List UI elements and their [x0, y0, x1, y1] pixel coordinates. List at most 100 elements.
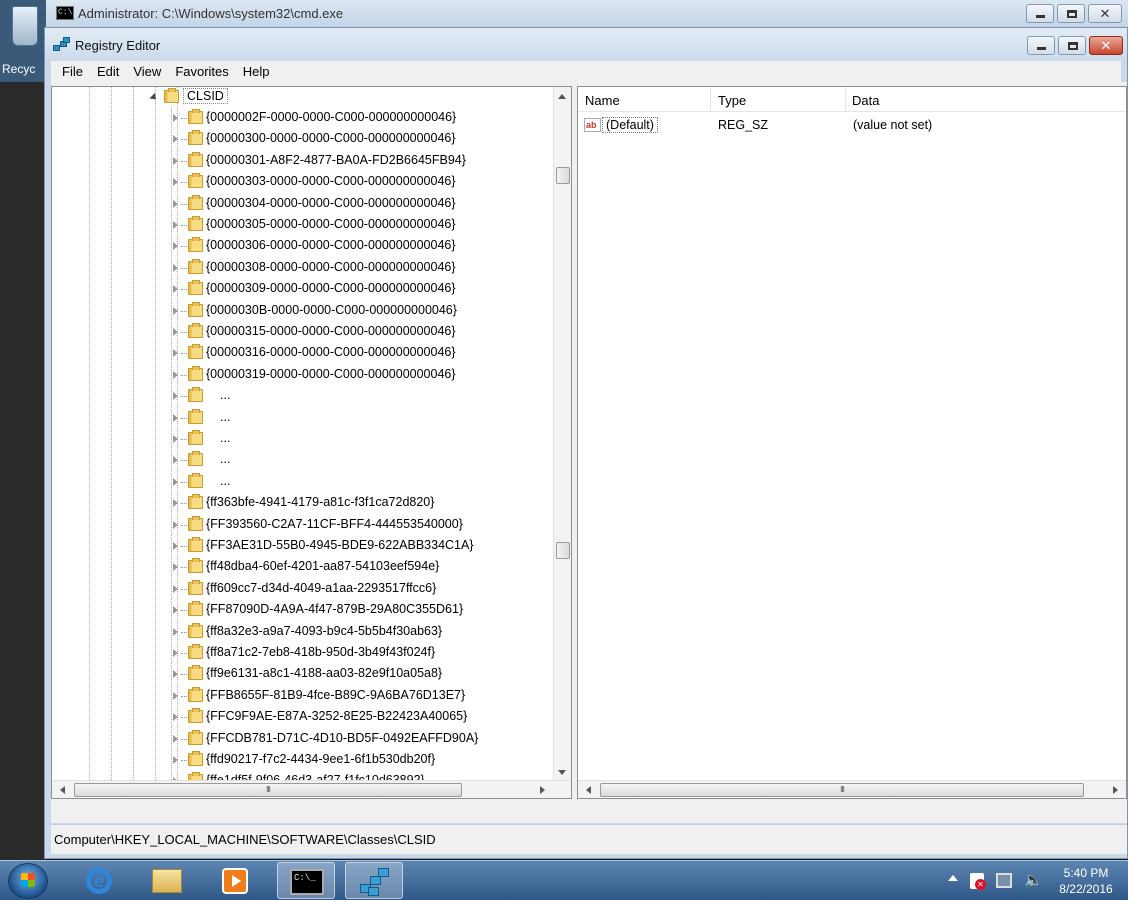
tree-item[interactable]: {ff8a71c2-7eb8-418b-950d-3b49f43f024f} — [52, 643, 554, 664]
horizontal-scroll-thumb[interactable]: III — [74, 783, 462, 797]
expand-arrow-icon[interactable] — [173, 370, 178, 379]
expand-arrow-icon[interactable] — [173, 135, 178, 144]
expand-arrow-icon[interactable] — [173, 606, 178, 615]
tree-item[interactable]: {ff9e6131-a8c1-4188-aa03-82e9f10a05a8} — [52, 664, 554, 685]
tree-item[interactable]: {00000300-0000-0000-C000-000000000046} — [52, 129, 554, 150]
scroll-down-arrow-icon[interactable] — [558, 770, 566, 775]
recycle-bin-icon[interactable]: Recyc — [0, 0, 46, 82]
start-button[interactable] — [8, 863, 48, 899]
expand-arrow-icon[interactable] — [173, 584, 178, 593]
expand-arrow-icon[interactable] — [173, 263, 178, 272]
expand-arrow-icon[interactable] — [173, 477, 178, 486]
taskbar-registry-editor[interactable] — [345, 862, 403, 899]
tree-item[interactable]: {FF87090D-4A9A-4f47-879B-29A80C355D61} — [52, 600, 554, 621]
tree-item[interactable]: {0000002F-0000-0000-C000-000000000046} — [52, 108, 554, 129]
menu-view[interactable]: View — [126, 64, 168, 79]
cmd-titlebar[interactable]: C:\ Administrator: C:\Windows\system32\c… — [46, 0, 1128, 28]
expand-arrow-icon[interactable] — [173, 756, 178, 764]
expand-arrow-icon[interactable] — [173, 627, 178, 636]
tree-item[interactable]: {FF3AE31D-55B0-4945-BDE9-622ABB334C1A} — [52, 536, 554, 557]
expand-arrow-icon[interactable] — [173, 221, 178, 229]
scroll-thumb[interactable] — [556, 167, 570, 184]
minimize-button[interactable] — [1027, 36, 1055, 55]
expand-arrow-icon[interactable] — [173, 306, 178, 315]
show-hidden-icons-arrow-icon[interactable] — [948, 875, 958, 881]
tree-item[interactable]: {FFC9F9AE-E87A-3252-8E25-B22423A40065} — [52, 707, 554, 728]
clock[interactable]: 5:40 PM 8/22/2016 — [1054, 865, 1118, 897]
tree-item[interactable]: {00000304-0000-0000-C000-000000000046} — [52, 194, 554, 215]
expand-arrow-icon[interactable] — [173, 520, 178, 529]
taskbar-command-prompt[interactable]: C:\_ — [277, 862, 335, 899]
values-horizontal-scrollbar[interactable]: III — [578, 780, 1126, 798]
tree-item[interactable]: ... — [52, 386, 554, 407]
expand-arrow-icon[interactable] — [173, 285, 178, 294]
network-icon[interactable] — [996, 873, 1012, 888]
expand-arrow-icon[interactable] — [173, 392, 178, 401]
expand-arrow-icon[interactable] — [173, 114, 178, 122]
tree-item[interactable]: {00000316-0000-0000-C000-000000000046} — [52, 343, 554, 364]
menu-favorites[interactable]: Favorites — [168, 64, 235, 79]
regedit-titlebar[interactable]: Registry Editor ✕ — [45, 28, 1127, 61]
tree-item[interactable]: ... — [52, 408, 554, 429]
tree-item[interactable]: {00000303-0000-0000-C000-000000000046} — [52, 172, 554, 193]
expand-arrow-icon[interactable] — [173, 563, 178, 572]
expand-arrow-icon[interactable] — [173, 734, 178, 743]
column-data-header[interactable]: Data — [852, 93, 879, 108]
tree-item[interactable]: {00000305-0000-0000-C000-000000000046} — [52, 215, 554, 236]
tree-item[interactable]: ... — [52, 472, 554, 493]
tree-item[interactable]: {ff609cc7-d34d-4049-a1aa-2293517ffcc6} — [52, 579, 554, 600]
tree-item[interactable]: {ff8a32e3-a9a7-4093-b9c4-5b5b4f30ab63} — [52, 622, 554, 643]
tree-item[interactable]: {FFCDB781-D71C-4D10-BD5F-0492EAFFD90A} — [52, 729, 554, 750]
expand-arrow-icon[interactable] — [173, 456, 178, 465]
expand-arrow-icon[interactable] — [173, 349, 178, 358]
expand-arrow-icon[interactable] — [173, 435, 178, 443]
tree-item[interactable]: ... — [52, 450, 554, 471]
scroll-left-arrow-icon[interactable] — [586, 786, 591, 794]
cmd-minimize-button[interactable] — [1026, 4, 1054, 23]
expand-arrow-icon[interactable] — [173, 178, 178, 187]
tree-item[interactable]: {0000030B-0000-0000-C000-000000000046} — [52, 301, 554, 322]
tree-item[interactable]: {FF393560-C2A7-11CF-BFF4-444553540000} — [52, 515, 554, 536]
tree-item[interactable]: {00000306-0000-0000-C000-000000000046} — [52, 236, 554, 257]
expand-arrow-icon[interactable] — [173, 670, 178, 679]
column-type-header[interactable]: Type — [718, 93, 746, 108]
scroll-right-arrow-icon[interactable] — [1113, 786, 1118, 794]
menu-file[interactable]: File — [55, 64, 90, 79]
tree-vertical-scrollbar[interactable] — [553, 87, 571, 782]
tree-item[interactable]: {00000308-0000-0000-C000-000000000046} — [52, 258, 554, 279]
horizontal-scroll-thumb[interactable]: III — [600, 783, 1084, 797]
tree-item[interactable]: {00000319-0000-0000-C000-000000000046} — [52, 365, 554, 386]
value-row[interactable]: ab (Default) REG_SZ (value not set) — [578, 114, 1126, 136]
key-tree[interactable]: CLSID {0000002F-0000-0000-C000-000000000… — [52, 87, 554, 782]
expand-arrow-icon[interactable] — [173, 713, 178, 722]
action-center-flag-icon[interactable] — [970, 873, 986, 890]
scroll-right-arrow-icon[interactable] — [540, 786, 545, 794]
menu-edit[interactable]: Edit — [90, 64, 126, 79]
tree-item[interactable]: {ff48dba4-60ef-4201-aa87-54103eef594e} — [52, 557, 554, 578]
scroll-left-arrow-icon[interactable] — [60, 786, 65, 794]
tree-item[interactable]: {ffd90217-f7c2-4434-9ee1-6f1b530db20f} — [52, 750, 554, 771]
tree-item[interactable]: {ff363bfe-4941-4179-a81c-f3f1ca72d820} — [52, 493, 554, 514]
tree-item[interactable]: ... — [52, 429, 554, 450]
taskbar-windows-explorer[interactable] — [138, 862, 196, 899]
collapse-arrow-icon[interactable] — [149, 92, 159, 103]
scroll-up-arrow-icon[interactable] — [558, 94, 566, 99]
expand-arrow-icon[interactable] — [173, 413, 178, 422]
close-button[interactable]: ✕ — [1089, 36, 1123, 55]
volume-icon[interactable]: 🔈 — [1024, 871, 1043, 889]
tree-item[interactable]: {00000315-0000-0000-C000-000000000046} — [52, 322, 554, 343]
menu-help[interactable]: Help — [236, 64, 277, 79]
expand-arrow-icon[interactable] — [173, 691, 178, 700]
tree-item-clsid[interactable]: CLSID — [52, 87, 554, 108]
tree-item[interactable]: {FFB8655F-81B9-4fce-B89C-9A6BA76D13E7} — [52, 686, 554, 707]
expand-arrow-icon[interactable] — [173, 199, 178, 208]
maximize-button[interactable] — [1058, 36, 1086, 55]
tree-item[interactable]: {00000301-A8F2-4877-BA0A-FD2B6645FB94} — [52, 151, 554, 172]
taskbar-media-player[interactable] — [206, 862, 264, 899]
column-name-header[interactable]: Name — [585, 93, 620, 108]
scroll-thumb-marker[interactable] — [556, 542, 570, 559]
cmd-close-button[interactable]: ✕ — [1088, 4, 1122, 23]
tree-horizontal-scrollbar[interactable]: III — [52, 780, 571, 798]
expand-arrow-icon[interactable] — [173, 649, 178, 657]
taskbar-internet-explorer[interactable]: e — [70, 862, 128, 899]
